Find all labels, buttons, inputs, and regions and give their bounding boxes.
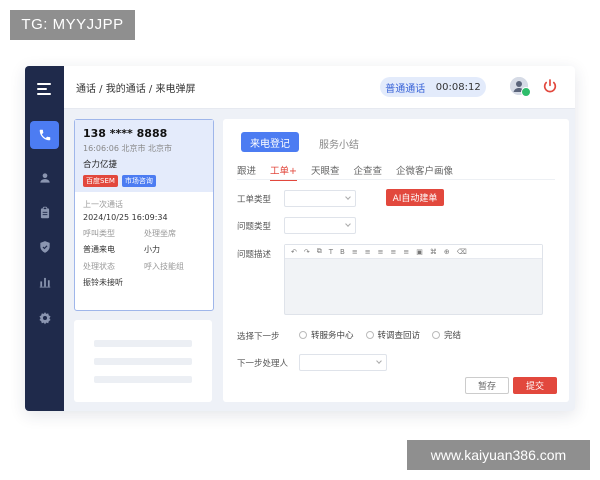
- caller-card-placeholder: [74, 320, 212, 402]
- save-draft-button[interactable]: 暂存: [465, 377, 509, 394]
- tab-call-register[interactable]: 来电登记: [241, 132, 299, 152]
- next-step-label: 选择下一步: [237, 332, 280, 342]
- tag-source: 百度SEM: [83, 175, 118, 187]
- sidebar-item-tickets[interactable]: [25, 199, 64, 227]
- call-status-pill: 普通通话 00:08:12: [380, 77, 486, 97]
- menu-icon[interactable]: [37, 83, 51, 98]
- caller-card[interactable]: 138 **** 8888 16:06:06 北京市 北京市 合力亿捷 百度SE…: [74, 119, 214, 311]
- last-call-value: 2024/10/25 16:09:34: [83, 213, 168, 222]
- divider: [237, 179, 555, 180]
- submit-button[interactable]: 提交: [513, 377, 557, 394]
- online-status-dot: [521, 87, 531, 97]
- text-size-icon[interactable]: T: [329, 248, 333, 256]
- sidebar: [25, 66, 64, 411]
- phone-icon: [39, 129, 50, 141]
- caller-time-location: 16:06:06 北京市 北京市: [83, 144, 173, 153]
- app-window: 通话 / 我的通话 / 来电弹屏 普通通话 00:08:12 138 **** …: [25, 66, 575, 411]
- tab-service-summary[interactable]: 服务小结: [319, 136, 359, 151]
- radio-label: 转调查回访: [377, 331, 421, 341]
- sidebar-item-security[interactable]: [25, 233, 64, 261]
- ticket-type-label: 工单类型: [237, 195, 272, 205]
- field-value: 小力: [144, 245, 160, 254]
- field-label: 呼入技能组: [144, 262, 184, 271]
- delete-icon[interactable]: ⌫: [457, 248, 467, 256]
- radio-complete[interactable]: 完结: [432, 329, 461, 341]
- power-icon[interactable]: [542, 78, 558, 94]
- caller-company: 合力亿捷: [83, 160, 118, 170]
- caller-card-header: 138 **** 8888 16:06:06 北京市 北京市 合力亿捷 百度SE…: [75, 120, 213, 192]
- description-label: 问题描述: [237, 250, 272, 260]
- align-center-icon[interactable]: ≡: [365, 248, 371, 256]
- sidebar-item-phone[interactable]: [30, 121, 59, 149]
- field-value: 振铃未接听: [83, 278, 123, 287]
- skeleton-line: [94, 340, 192, 347]
- skeleton-line: [94, 376, 192, 383]
- radio-survey-callback[interactable]: 转调查回访: [365, 329, 421, 341]
- redo-icon[interactable]: ↷: [304, 248, 310, 256]
- radio-circle-icon: [299, 331, 307, 339]
- shield-icon: [39, 241, 50, 253]
- watermark-bottom: www.kaiyuan386.com: [407, 440, 590, 470]
- editor-toolbar: ↶ ↷ ⧉ T B ≡ ≡ ≡ ≡ ≡ ▣ ⌘ ⊕ ⌫: [285, 245, 542, 259]
- next-handler-label: 下一步处理人: [237, 359, 289, 369]
- image-icon[interactable]: ▣: [416, 248, 423, 256]
- format-painter-icon[interactable]: ⧉: [317, 247, 322, 256]
- field-label: 处理状态: [83, 262, 115, 271]
- radio-service-center[interactable]: 转服务中心: [299, 329, 354, 341]
- caller-phone: 138 **** 8888: [83, 127, 168, 140]
- bar-chart-icon: [39, 277, 50, 288]
- issue-type-select[interactable]: [284, 217, 356, 234]
- bold-icon[interactable]: B: [340, 248, 345, 256]
- caller-card-body: 上一次通话 2024/10/25 16:09:34 呼叫类型 处理坐席 普通来电…: [75, 192, 213, 295]
- next-handler-select[interactable]: [299, 354, 387, 371]
- field-value: [144, 277, 205, 288]
- skeleton-line: [94, 358, 192, 365]
- watermark-top: TG: MYYJJPP: [10, 10, 135, 40]
- avatar[interactable]: [510, 77, 531, 97]
- breadcrumb: 通话 / 我的通话 / 来电弹屏: [76, 84, 196, 95]
- radio-circle-icon: [432, 331, 441, 339]
- align-right-icon[interactable]: ≡: [378, 248, 384, 256]
- radio-label: 完结: [444, 331, 462, 341]
- align-left-icon[interactable]: ≡: [352, 248, 358, 256]
- sidebar-item-settings[interactable]: [25, 304, 64, 332]
- clipboard-icon: [40, 206, 49, 219]
- sidebar-item-reports[interactable]: [25, 268, 64, 296]
- top-bar: 通话 / 我的通话 / 来电弹屏 普通通话 00:08:12: [64, 66, 575, 109]
- ai-auto-ticket-button[interactable]: AI自动建单: [386, 189, 444, 206]
- indent-icon[interactable]: ≡: [403, 248, 409, 256]
- user-icon: [39, 173, 50, 183]
- undo-icon[interactable]: ↶: [291, 248, 297, 256]
- gear-icon: [38, 312, 51, 325]
- link-icon[interactable]: ⌘: [430, 248, 437, 256]
- list-icon[interactable]: ≡: [390, 248, 396, 256]
- radio-circle-icon: [365, 331, 374, 339]
- sidebar-item-users[interactable]: [25, 164, 64, 192]
- issue-type-label: 问题类型: [237, 222, 272, 232]
- field-label: 呼叫类型: [83, 229, 115, 238]
- call-timer: 00:08:12: [435, 81, 481, 93]
- tag-category: 市场咨询: [121, 175, 156, 187]
- description-editor[interactable]: ↶ ↷ ⧉ T B ≡ ≡ ≡ ≡ ≡ ▣ ⌘ ⊕ ⌫: [284, 244, 543, 315]
- next-step-radio-group: 转服务中心 转调查回访 完结: [299, 329, 461, 341]
- ticket-type-select[interactable]: [284, 190, 356, 207]
- zoom-icon[interactable]: ⊕: [444, 248, 450, 256]
- field-label: 处理坐席: [144, 229, 176, 238]
- last-call-label: 上一次通话: [83, 200, 123, 209]
- main-panel: 来电登记 服务小结 跟进 工单+ 天眼查 企查查 企微客户画像 工单类型 AI自…: [223, 119, 569, 402]
- radio-label: 转服务中心: [311, 331, 354, 341]
- call-status: 普通通话: [385, 83, 426, 95]
- field-value: 普通来电: [83, 245, 115, 254]
